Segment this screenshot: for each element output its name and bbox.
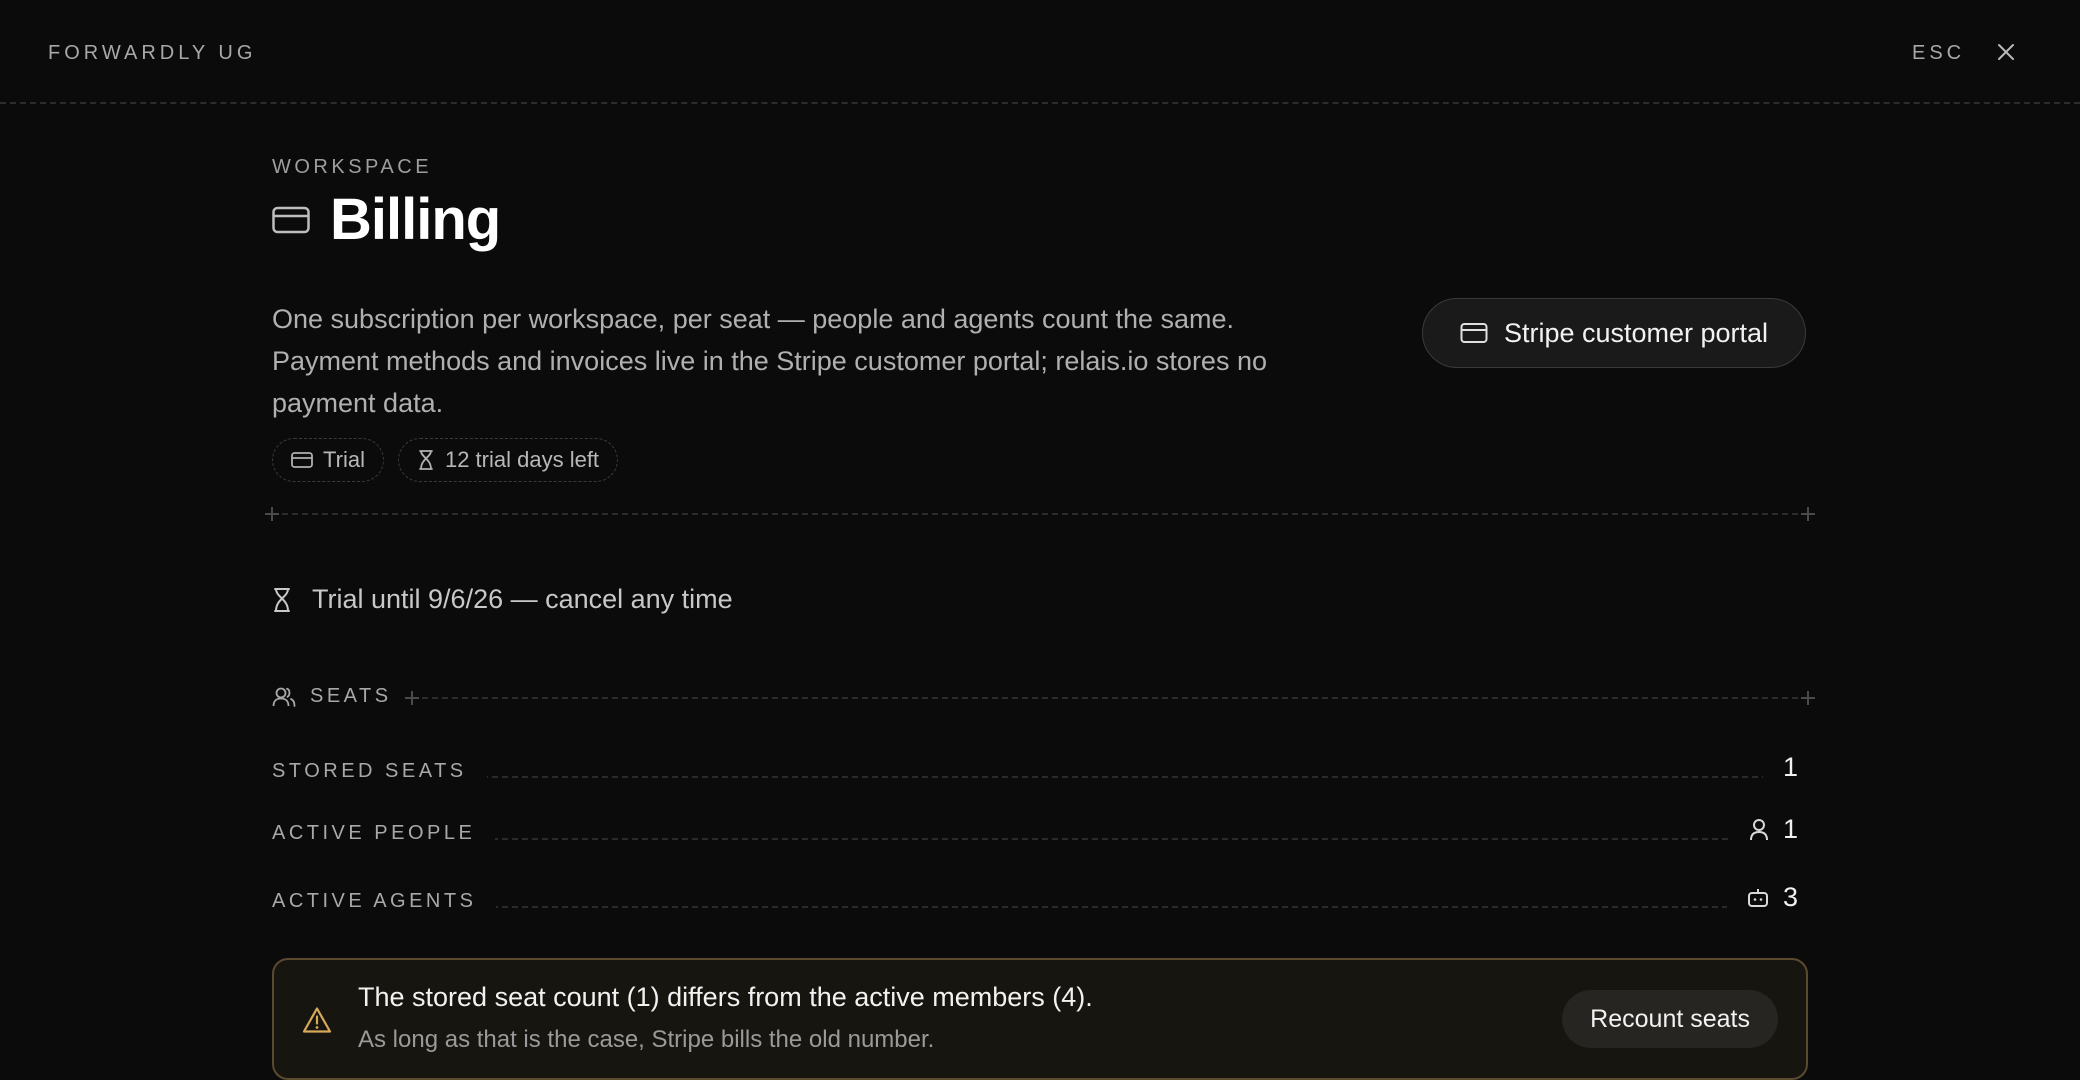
row-label: STORED SEATS bbox=[272, 760, 487, 783]
trial-days-badge: 12 trial days left bbox=[397, 438, 619, 482]
credit-card-icon bbox=[291, 452, 313, 468]
dotted-leader bbox=[272, 838, 1768, 840]
trial-days-label: 12 trial days left bbox=[444, 447, 600, 472]
dotted-leader bbox=[272, 776, 1768, 778]
active-people-row: ACTIVE PEOPLE 1 bbox=[272, 814, 1808, 854]
row-label: ACTIVE PEOPLE bbox=[272, 822, 496, 845]
title-row: Billing bbox=[272, 186, 501, 253]
status-badges: Trial 12 trial days left bbox=[272, 438, 619, 482]
top-bar: FORWARDLY UG ESC bbox=[0, 0, 2080, 104]
row-label: ACTIVE AGENTS bbox=[272, 890, 497, 913]
section-divider bbox=[272, 513, 1808, 517]
divider-plus-mark bbox=[1801, 507, 1815, 521]
alert-subtitle: As long as that is the case, Stripe bill… bbox=[358, 1026, 935, 1053]
active-agents-value: 3 bbox=[1782, 882, 1798, 912]
organization-name: FORWARDLY UG bbox=[48, 42, 257, 64]
credit-card-icon bbox=[272, 206, 310, 233]
divider-plus-mark bbox=[405, 691, 419, 705]
page-title: Billing bbox=[330, 187, 501, 252]
bot-icon bbox=[1747, 888, 1768, 907]
page-description: One subscription per workspace, per seat… bbox=[272, 304, 1267, 418]
row-value: 1 bbox=[1728, 814, 1798, 845]
active-people-value: 1 bbox=[1782, 814, 1798, 844]
stored-seats-value: 1 bbox=[1782, 752, 1798, 782]
row-value: 3 bbox=[1726, 882, 1798, 913]
warning-icon bbox=[302, 1007, 332, 1033]
stored-seats-row: STORED SEATS 1 bbox=[272, 752, 1808, 792]
seats-heading: SEATS bbox=[272, 685, 392, 708]
page-eyebrow: WORKSPACE bbox=[272, 156, 433, 178]
hourglass-icon bbox=[274, 587, 290, 612]
active-agents-row: ACTIVE AGENTS 3 bbox=[272, 882, 1808, 922]
row-value: 1 bbox=[1762, 752, 1798, 783]
close-icon[interactable] bbox=[1994, 40, 2018, 64]
hourglass-icon bbox=[419, 450, 433, 470]
alert-title: The stored seat count (1) differs from t… bbox=[358, 982, 1093, 1012]
plan-badge-label: Trial bbox=[323, 447, 365, 472]
plan-badge: Trial bbox=[272, 438, 384, 482]
users-icon bbox=[272, 687, 296, 707]
divider-plus-mark bbox=[1801, 691, 1815, 705]
user-icon bbox=[1749, 818, 1768, 840]
seats-divider bbox=[412, 697, 1808, 699]
credit-card-icon bbox=[1460, 323, 1488, 343]
stripe-portal-button[interactable]: Stripe customer portal bbox=[1422, 298, 1806, 368]
recount-seats-button[interactable]: Recount seats bbox=[1562, 990, 1778, 1048]
seats-heading-label: SEATS bbox=[310, 685, 392, 707]
esc-hint: ESC bbox=[1912, 42, 1966, 64]
trial-status-text: Trial until 9/6/26 — cancel any time bbox=[312, 584, 733, 614]
divider-plus-mark bbox=[265, 507, 279, 521]
seat-mismatch-alert: The stored seat count (1) differs from t… bbox=[272, 958, 1808, 1080]
stripe-portal-label: Stripe customer portal bbox=[1503, 317, 1769, 348]
trial-status: Trial until 9/6/26 — cancel any time bbox=[272, 584, 733, 615]
